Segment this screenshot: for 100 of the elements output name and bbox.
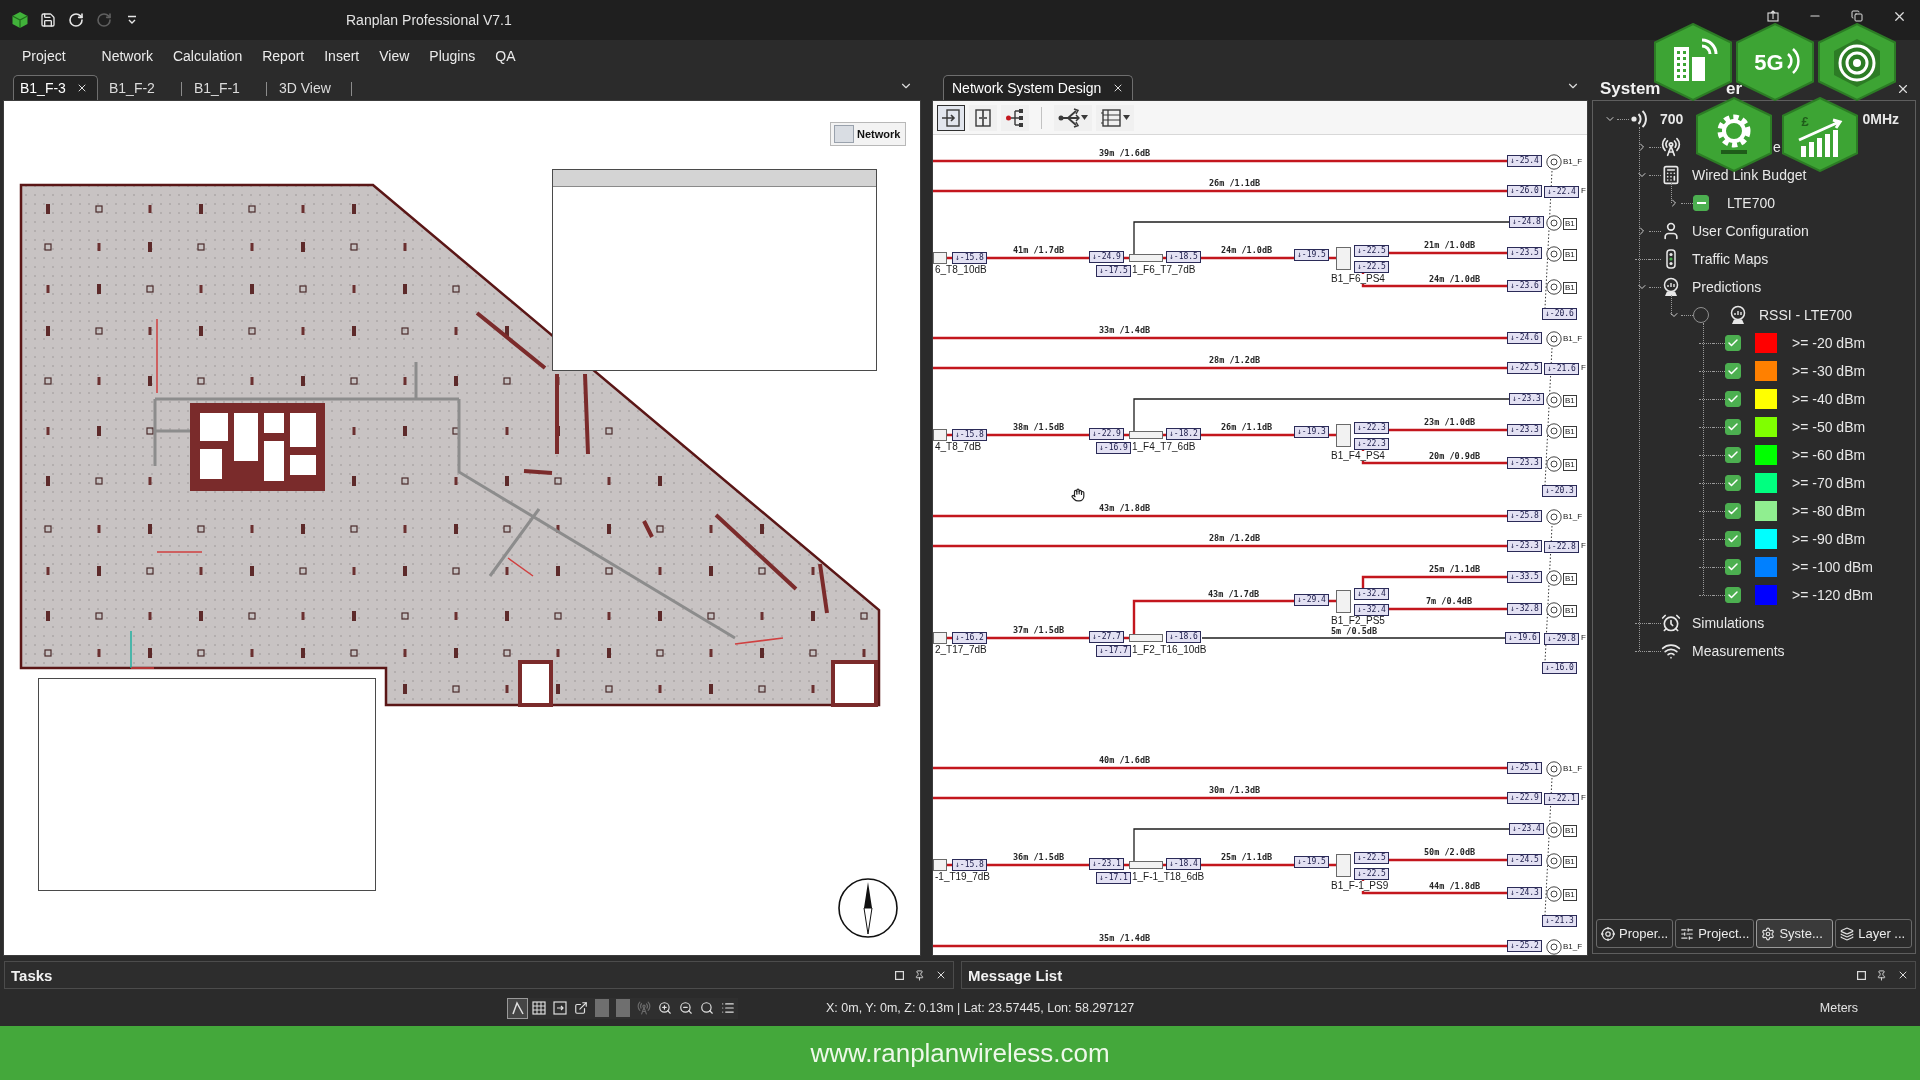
box-arrow-icon[interactable] <box>1767 10 1779 22</box>
close-icon[interactable] <box>1896 82 1910 96</box>
menu-item[interactable]: Plugins <box>419 44 486 68</box>
signal-level-label: ↓-18.6 <box>1166 631 1201 643</box>
close-icon[interactable] <box>1897 969 1909 981</box>
antenna-label: F <box>1581 363 1586 373</box>
tree-item-label[interactable]: Predictions <box>1692 279 1762 295</box>
coordinates-readout: X: 0m, Y: 0m, Z: 0.13m | Lat: 23.57445, Lon: 58.297127 <box>826 1001 1135 1015</box>
tree-item-label[interactable]: User Configuration <box>1692 223 1809 239</box>
design-tab[interactable]: Network System Design <box>943 75 1133 100</box>
pin-icon[interactable] <box>1876 969 1887 981</box>
menu-item[interactable]: View <box>369 44 420 68</box>
coupler-device <box>1129 431 1163 439</box>
checkbox[interactable] <box>1725 419 1741 435</box>
floor-tab[interactable]: B1_F-3 <box>13 75 98 100</box>
source-device <box>933 252 947 264</box>
panel-tab[interactable]: Proper... <box>1596 919 1674 948</box>
signal-level-label: ↓-17.7 <box>1096 645 1131 657</box>
tree-item-label[interactable]: >= -50 dBm <box>1792 419 1866 435</box>
floor-tab[interactable]: B1_F-2 <box>98 75 183 100</box>
signal-level-label: ↓-24.6 <box>1507 332 1542 344</box>
map-tool-button[interactable] <box>717 997 738 1019</box>
tree-item-label[interactable]: >= -60 dBm <box>1792 447 1866 463</box>
tree-item-label[interactable]: Measurements <box>1692 643 1785 659</box>
tree-item-label[interactable]: >= -20 dBm <box>1792 335 1866 351</box>
antenna-icon <box>1546 456 1562 472</box>
network-layer-button[interactable]: Network <box>830 122 906 146</box>
tree-item-label[interactable]: Traffic Maps <box>1692 251 1769 267</box>
signal-level-label: ↓-24.5 <box>1507 854 1542 866</box>
signal-level-label: ↓-22.5 <box>1354 852 1389 864</box>
source-device <box>933 859 947 871</box>
tree-item-label[interactable]: >= -40 dBm <box>1792 391 1866 407</box>
menu-item[interactable]: Calculation <box>162 44 253 68</box>
signal-level-label: ↓-16.2 <box>952 632 987 644</box>
tree-item-label[interactable]: LTE700 <box>1727 195 1775 211</box>
tree-item-label[interactable]: RSSI - LTE700 <box>1759 307 1853 323</box>
toolbar-button[interactable] <box>969 104 997 131</box>
tree-item-label[interactable]: e <box>1773 139 1781 155</box>
toolbar-button[interactable] <box>1096 104 1134 131</box>
signal-level-label: ↓-18.2 <box>1166 428 1201 440</box>
panel-tab[interactable]: Project... <box>1675 919 1755 948</box>
cable-loss-label: 24m /1.0dB <box>1221 245 1273 255</box>
map-tool-button[interactable] <box>528 997 549 1019</box>
tree-item-label[interactable]: >= -100 dBm <box>1792 559 1873 575</box>
menu-item[interactable]: Network <box>91 44 163 68</box>
tree-item-label[interactable]: >= -30 dBm <box>1792 363 1866 379</box>
antenna-icon <box>1546 570 1562 586</box>
menu-item[interactable]: Project <box>12 44 76 68</box>
signal-level-label: ↓-22.3 <box>1354 422 1389 434</box>
maximize-icon[interactable] <box>1857 970 1866 980</box>
map-tool-button[interactable] <box>507 997 528 1019</box>
caret-icon[interactable] <box>127 15 137 25</box>
checkbox[interactable] <box>1725 335 1741 351</box>
toolbar-button[interactable] <box>937 104 965 131</box>
map-tool-button[interactable] <box>549 997 570 1019</box>
device-name-label: 1_F6_T7_7dB <box>1132 265 1196 275</box>
radio-button[interactable] <box>1693 307 1709 323</box>
checkbox[interactable] <box>1725 363 1741 379</box>
restore-icon[interactable] <box>1851 10 1863 22</box>
concentric-rings-icon <box>1818 23 1896 101</box>
panel-tab[interactable]: Layer ... <box>1835 919 1912 948</box>
pin-icon[interactable] <box>914 969 925 981</box>
checkbox[interactable] <box>1725 391 1741 407</box>
close-icon[interactable] <box>935 969 947 981</box>
tree-item-label[interactable]: >= -120 dBm <box>1792 587 1873 603</box>
map-tool-button[interactable] <box>570 997 591 1019</box>
toolbar-button[interactable] <box>1001 104 1029 131</box>
units-label: Meters <box>1819 1001 1858 1015</box>
menu-item[interactable]: QA <box>485 44 526 68</box>
tree-item-label[interactable]: Simulations <box>1692 615 1765 631</box>
splitter-device <box>1336 247 1351 270</box>
tree-item-label[interactable]: >= -80 dBm <box>1792 503 1866 519</box>
checkbox[interactable] <box>1725 559 1741 575</box>
close-icon[interactable] <box>1112 82 1124 94</box>
menu-item[interactable]: Insert <box>314 44 370 68</box>
signal-level-label: ↓-15.8 <box>952 429 987 441</box>
cable-loss-label: 44m /1.8dB <box>1429 881 1481 891</box>
checkbox[interactable] <box>1725 503 1741 519</box>
maximize-icon[interactable] <box>895 970 904 980</box>
tree-item-label[interactable]: 0MHz <box>1862 111 1899 127</box>
cable-loss-label: 36m /1.5dB <box>1013 852 1065 862</box>
antenna-icon <box>636 1001 651 1015</box>
menu-item[interactable]: Report <box>252 44 315 68</box>
device-name-label: 2_T17_7dB <box>935 645 987 655</box>
checkbox[interactable] <box>1725 475 1741 491</box>
checkbox[interactable] <box>1693 195 1709 211</box>
floor-tab[interactable]: 3D View <box>268 75 353 100</box>
panel-tab[interactable]: Syste... <box>1756 919 1834 948</box>
checkbox[interactable] <box>1725 531 1741 547</box>
tree-item-label[interactable]: >= -90 dBm <box>1792 531 1866 547</box>
antenna-icon <box>1546 246 1562 262</box>
settings-icon <box>1761 926 1776 941</box>
checkbox[interactable] <box>1725 587 1741 603</box>
tree-item-label[interactable]: >= -70 dBm <box>1792 475 1866 491</box>
device-name-label: B1_F2_PS5 <box>1331 616 1385 626</box>
toolbar-button[interactable] <box>1054 104 1092 131</box>
tree-item-label[interactable]: 700 <box>1660 111 1684 127</box>
checkbox[interactable] <box>1725 447 1741 463</box>
floor-tab[interactable]: B1_F-1 <box>183 75 268 100</box>
save-icon[interactable] <box>40 12 56 28</box>
